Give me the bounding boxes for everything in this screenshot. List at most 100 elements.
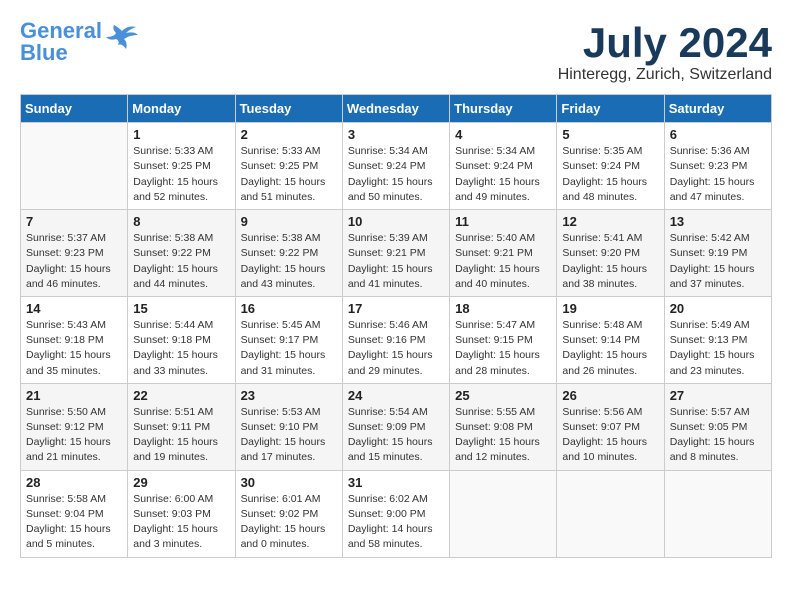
day-info: Sunrise: 5:36 AMSunset: 9:23 PMDaylight:… xyxy=(670,144,766,205)
calendar-cell: 11 Sunrise: 5:40 AMSunset: 9:21 PMDaylig… xyxy=(450,210,557,297)
calendar-cell: 14 Sunrise: 5:43 AMSunset: 9:18 PMDaylig… xyxy=(21,296,128,383)
calendar-week-1: 1 Sunrise: 5:33 AMSunset: 9:25 PMDayligh… xyxy=(21,123,772,210)
day-info: Sunrise: 5:42 AMSunset: 9:19 PMDaylight:… xyxy=(670,231,766,292)
day-number: 2 xyxy=(241,127,337,142)
calendar-cell: 7 Sunrise: 5:37 AMSunset: 9:23 PMDayligh… xyxy=(21,210,128,297)
calendar-cell: 8 Sunrise: 5:38 AMSunset: 9:22 PMDayligh… xyxy=(128,210,235,297)
logo: GeneralBlue xyxy=(20,20,138,64)
day-info: Sunrise: 6:02 AMSunset: 9:00 PMDaylight:… xyxy=(348,492,444,553)
day-info: Sunrise: 5:55 AMSunset: 9:08 PMDaylight:… xyxy=(455,405,551,466)
day-number: 30 xyxy=(241,475,337,490)
day-info: Sunrise: 6:01 AMSunset: 9:02 PMDaylight:… xyxy=(241,492,337,553)
day-number: 28 xyxy=(26,475,122,490)
col-tuesday: Tuesday xyxy=(235,95,342,123)
calendar-cell: 25 Sunrise: 5:55 AMSunset: 9:08 PMDaylig… xyxy=(450,383,557,470)
calendar-cell: 15 Sunrise: 5:44 AMSunset: 9:18 PMDaylig… xyxy=(128,296,235,383)
day-info: Sunrise: 5:33 AMSunset: 9:25 PMDaylight:… xyxy=(133,144,229,205)
day-info: Sunrise: 5:38 AMSunset: 9:22 PMDaylight:… xyxy=(241,231,337,292)
calendar-cell: 2 Sunrise: 5:33 AMSunset: 9:25 PMDayligh… xyxy=(235,123,342,210)
calendar-cell: 23 Sunrise: 5:53 AMSunset: 9:10 PMDaylig… xyxy=(235,383,342,470)
day-number: 25 xyxy=(455,388,551,403)
day-number: 17 xyxy=(348,301,444,316)
calendar-cell xyxy=(557,470,664,557)
day-number: 3 xyxy=(348,127,444,142)
calendar-cell: 27 Sunrise: 5:57 AMSunset: 9:05 PMDaylig… xyxy=(664,383,771,470)
day-info: Sunrise: 6:00 AMSunset: 9:03 PMDaylight:… xyxy=(133,492,229,553)
header-row: Sunday Monday Tuesday Wednesday Thursday… xyxy=(21,95,772,123)
calendar-cell: 26 Sunrise: 5:56 AMSunset: 9:07 PMDaylig… xyxy=(557,383,664,470)
calendar-cell: 30 Sunrise: 6:01 AMSunset: 9:02 PMDaylig… xyxy=(235,470,342,557)
calendar-cell: 3 Sunrise: 5:34 AMSunset: 9:24 PMDayligh… xyxy=(342,123,449,210)
calendar-cell: 31 Sunrise: 6:02 AMSunset: 9:00 PMDaylig… xyxy=(342,470,449,557)
col-sunday: Sunday xyxy=(21,95,128,123)
col-wednesday: Wednesday xyxy=(342,95,449,123)
col-monday: Monday xyxy=(128,95,235,123)
day-number: 31 xyxy=(348,475,444,490)
day-info: Sunrise: 5:54 AMSunset: 9:09 PMDaylight:… xyxy=(348,405,444,466)
calendar-cell: 21 Sunrise: 5:50 AMSunset: 9:12 PMDaylig… xyxy=(21,383,128,470)
calendar-cell: 5 Sunrise: 5:35 AMSunset: 9:24 PMDayligh… xyxy=(557,123,664,210)
day-info: Sunrise: 5:44 AMSunset: 9:18 PMDaylight:… xyxy=(133,318,229,379)
day-number: 13 xyxy=(670,214,766,229)
day-number: 14 xyxy=(26,301,122,316)
calendar-cell: 4 Sunrise: 5:34 AMSunset: 9:24 PMDayligh… xyxy=(450,123,557,210)
day-info: Sunrise: 5:58 AMSunset: 9:04 PMDaylight:… xyxy=(26,492,122,553)
day-info: Sunrise: 5:48 AMSunset: 9:14 PMDaylight:… xyxy=(562,318,658,379)
day-number: 21 xyxy=(26,388,122,403)
calendar-cell: 10 Sunrise: 5:39 AMSunset: 9:21 PMDaylig… xyxy=(342,210,449,297)
day-number: 9 xyxy=(241,214,337,229)
day-number: 4 xyxy=(455,127,551,142)
logo-bird-icon xyxy=(106,23,138,51)
day-info: Sunrise: 5:35 AMSunset: 9:24 PMDaylight:… xyxy=(562,144,658,205)
page-header: GeneralBlue July 2024 Hinteregg, Zurich,… xyxy=(20,20,772,84)
calendar-title: July 2024 xyxy=(558,20,772,66)
day-number: 23 xyxy=(241,388,337,403)
day-number: 11 xyxy=(455,214,551,229)
calendar-cell: 19 Sunrise: 5:48 AMSunset: 9:14 PMDaylig… xyxy=(557,296,664,383)
calendar-cell: 20 Sunrise: 5:49 AMSunset: 9:13 PMDaylig… xyxy=(664,296,771,383)
calendar-cell: 1 Sunrise: 5:33 AMSunset: 9:25 PMDayligh… xyxy=(128,123,235,210)
day-number: 22 xyxy=(133,388,229,403)
day-number: 6 xyxy=(670,127,766,142)
col-thursday: Thursday xyxy=(450,95,557,123)
calendar-cell: 6 Sunrise: 5:36 AMSunset: 9:23 PMDayligh… xyxy=(664,123,771,210)
day-number: 24 xyxy=(348,388,444,403)
day-info: Sunrise: 5:37 AMSunset: 9:23 PMDaylight:… xyxy=(26,231,122,292)
col-friday: Friday xyxy=(557,95,664,123)
calendar-cell: 12 Sunrise: 5:41 AMSunset: 9:20 PMDaylig… xyxy=(557,210,664,297)
day-number: 16 xyxy=(241,301,337,316)
calendar-cell: 9 Sunrise: 5:38 AMSunset: 9:22 PMDayligh… xyxy=(235,210,342,297)
day-info: Sunrise: 5:41 AMSunset: 9:20 PMDaylight:… xyxy=(562,231,658,292)
calendar-cell xyxy=(450,470,557,557)
day-number: 12 xyxy=(562,214,658,229)
day-number: 19 xyxy=(562,301,658,316)
day-number: 27 xyxy=(670,388,766,403)
title-section: July 2024 Hinteregg, Zurich, Switzerland xyxy=(558,20,772,84)
day-info: Sunrise: 5:34 AMSunset: 9:24 PMDaylight:… xyxy=(348,144,444,205)
day-number: 20 xyxy=(670,301,766,316)
day-number: 5 xyxy=(562,127,658,142)
day-info: Sunrise: 5:57 AMSunset: 9:05 PMDaylight:… xyxy=(670,405,766,466)
calendar-cell xyxy=(664,470,771,557)
day-info: Sunrise: 5:38 AMSunset: 9:22 PMDaylight:… xyxy=(133,231,229,292)
day-info: Sunrise: 5:47 AMSunset: 9:15 PMDaylight:… xyxy=(455,318,551,379)
day-number: 26 xyxy=(562,388,658,403)
day-number: 29 xyxy=(133,475,229,490)
calendar-cell: 13 Sunrise: 5:42 AMSunset: 9:19 PMDaylig… xyxy=(664,210,771,297)
day-info: Sunrise: 5:50 AMSunset: 9:12 PMDaylight:… xyxy=(26,405,122,466)
day-number: 10 xyxy=(348,214,444,229)
day-info: Sunrise: 5:33 AMSunset: 9:25 PMDaylight:… xyxy=(241,144,337,205)
calendar-cell: 16 Sunrise: 5:45 AMSunset: 9:17 PMDaylig… xyxy=(235,296,342,383)
day-number: 18 xyxy=(455,301,551,316)
day-info: Sunrise: 5:51 AMSunset: 9:11 PMDaylight:… xyxy=(133,405,229,466)
day-number: 7 xyxy=(26,214,122,229)
day-info: Sunrise: 5:43 AMSunset: 9:18 PMDaylight:… xyxy=(26,318,122,379)
calendar-week-3: 14 Sunrise: 5:43 AMSunset: 9:18 PMDaylig… xyxy=(21,296,772,383)
day-number: 1 xyxy=(133,127,229,142)
day-info: Sunrise: 5:45 AMSunset: 9:17 PMDaylight:… xyxy=(241,318,337,379)
logo-text: GeneralBlue xyxy=(20,20,102,64)
calendar-cell: 24 Sunrise: 5:54 AMSunset: 9:09 PMDaylig… xyxy=(342,383,449,470)
day-number: 8 xyxy=(133,214,229,229)
calendar-week-2: 7 Sunrise: 5:37 AMSunset: 9:23 PMDayligh… xyxy=(21,210,772,297)
calendar-cell: 22 Sunrise: 5:51 AMSunset: 9:11 PMDaylig… xyxy=(128,383,235,470)
